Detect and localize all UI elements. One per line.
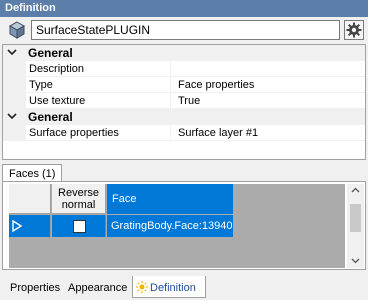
property-grid: General Description Type Face properties… (2, 44, 366, 160)
chevron-down-icon[interactable] (6, 46, 18, 58)
window-title: Definition (0, 0, 368, 17)
column-header-face[interactable]: Face (107, 184, 233, 214)
category-general[interactable]: General (3, 45, 365, 61)
property-name: Description (26, 61, 171, 77)
bottom-tab-strip: Properties Appearance Definition (0, 276, 368, 300)
tab-definition[interactable]: Definition (132, 276, 206, 298)
property-value[interactable] (172, 61, 365, 77)
scroll-up-icon[interactable] (351, 187, 360, 193)
reverse-normal-cell (52, 215, 106, 237)
property-name: Type (26, 77, 171, 93)
sun-icon (136, 281, 148, 293)
row-header[interactable] (9, 215, 51, 237)
property-row-use-texture[interactable]: Use texture True (3, 93, 365, 109)
triangle-right-icon (12, 220, 22, 232)
gear-icon (346, 22, 362, 38)
property-row-description[interactable]: Description (3, 61, 365, 77)
category-general-2[interactable]: General (3, 109, 365, 125)
property-row-surface-properties[interactable]: Surface properties Surface layer #1 (3, 125, 365, 141)
property-name: Surface properties (26, 125, 171, 141)
property-value[interactable]: Face properties (172, 77, 365, 93)
face-cell[interactable]: GratingBody.Face:13940 (107, 215, 233, 237)
property-row-type[interactable]: Type Face properties (3, 77, 365, 93)
property-value[interactable]: Surface layer #1 (172, 125, 365, 141)
property-name: Use texture (26, 93, 171, 109)
tab-faces[interactable]: Faces (1) (2, 164, 62, 182)
name-row (0, 17, 368, 43)
chevron-down-icon[interactable] (6, 110, 18, 122)
tab-properties[interactable]: Properties (10, 278, 60, 298)
column-header-reverse-normal[interactable]: Reverse normal (52, 184, 106, 214)
tab-definition-label: Definition (150, 282, 196, 294)
scroll-thumb[interactable] (350, 204, 361, 232)
settings-button[interactable] (344, 20, 364, 40)
tab-appearance[interactable]: Appearance (68, 278, 127, 298)
name-field[interactable] (31, 20, 340, 40)
faces-grid: Reverse normal Face GratingBody.Face:139… (9, 184, 345, 268)
reverse-normal-checkbox[interactable] (73, 220, 86, 233)
category-label: General (28, 46, 73, 60)
property-value[interactable]: True (172, 93, 365, 109)
scroll-down-icon[interactable] (351, 258, 360, 264)
category-label: General (28, 110, 73, 124)
cube-icon (8, 21, 26, 39)
vertical-scrollbar[interactable] (347, 184, 364, 268)
grid-corner-header[interactable] (9, 184, 51, 214)
faces-panel: Reverse normal Face GratingBody.Face:139… (2, 181, 366, 270)
